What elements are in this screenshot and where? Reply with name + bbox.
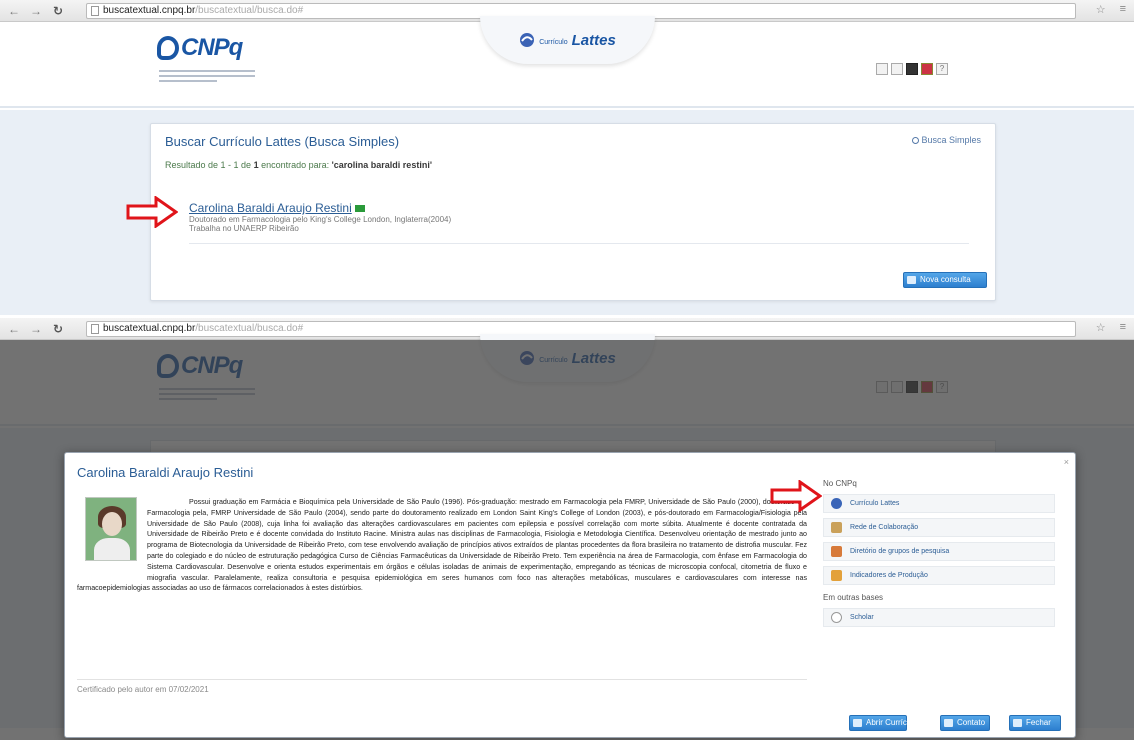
header-icon-group: ? bbox=[876, 63, 948, 75]
side-item-curriculo-lattes[interactable]: Currículo Lattes bbox=[823, 494, 1055, 513]
open-icon bbox=[853, 719, 862, 727]
red-arrow-annotation bbox=[770, 480, 822, 512]
side-heading-cnpq: No CNPq bbox=[823, 479, 857, 488]
url-host: buscatextual.cnpq.br bbox=[103, 323, 196, 334]
open-curriculum-label: Abrir Currículo bbox=[866, 718, 918, 727]
new-search-button[interactable]: Nova consulta bbox=[903, 272, 987, 288]
cnpq-logo[interactable]: CNPq bbox=[157, 34, 267, 84]
menu-icon[interactable]: ≡ bbox=[1120, 3, 1126, 16]
results-prefix: Resultado de 1 - 1 de bbox=[165, 160, 254, 170]
screenshot-search-results: ← → ↻ buscatextual.cnpq.br/buscatextual/… bbox=[0, 0, 1134, 315]
lattes-title: Lattes bbox=[571, 31, 616, 49]
lattes-swirl-icon bbox=[520, 33, 535, 47]
divider bbox=[77, 679, 807, 680]
side-heading-outras-bases: Em outras bases bbox=[823, 593, 884, 602]
contact-button[interactable]: Contato bbox=[940, 715, 990, 731]
new-search-icon bbox=[907, 276, 916, 284]
url-path: /buscatextual/busca.do# bbox=[195, 5, 304, 16]
forward-icon[interactable]: → bbox=[28, 3, 44, 19]
forward-icon[interactable]: → bbox=[28, 321, 44, 337]
side-item-label: Diretório de grupos de pesquisa bbox=[850, 548, 950, 555]
open-curriculum-button[interactable]: Abrir Currículo bbox=[849, 715, 918, 731]
profile-bio: Possui graduação em Farmácia e Bioquímic… bbox=[77, 498, 807, 593]
certified-date: Certificado pelo autor em 07/02/2021 bbox=[77, 685, 209, 694]
cnpq-logo-text: CNPq bbox=[181, 34, 243, 61]
lattes-icon bbox=[831, 498, 842, 509]
contrast-icon[interactable] bbox=[906, 63, 918, 75]
side-links-panel: No CNPq Currículo Lattes Rede de Colabor… bbox=[823, 479, 1055, 632]
close-icon[interactable]: × bbox=[1064, 457, 1069, 467]
network-icon bbox=[831, 522, 842, 533]
back-icon[interactable]: ← bbox=[6, 3, 22, 19]
help-icon[interactable]: ? bbox=[936, 63, 948, 75]
side-item-scholar[interactable]: Scholar bbox=[823, 608, 1055, 627]
result-degree: Doutorado em Farmacologia pelo King's Co… bbox=[189, 215, 452, 224]
search-results-panel: Buscar Currículo Lattes (Busca Simples) … bbox=[150, 123, 996, 301]
font-increase-icon[interactable] bbox=[891, 63, 903, 75]
results-mid: encontrado para: bbox=[258, 160, 332, 170]
cnpq-logo-icon bbox=[157, 36, 179, 60]
lattes-logo[interactable]: Currículo Lattes bbox=[480, 16, 655, 64]
busca-simples-link[interactable]: Busca Simples bbox=[912, 135, 981, 145]
divider bbox=[189, 243, 969, 244]
page-icon bbox=[91, 324, 99, 334]
contact-icon bbox=[944, 719, 953, 727]
brazil-flag-icon bbox=[354, 205, 365, 213]
close-button[interactable]: Fechar bbox=[1009, 715, 1061, 731]
site-header: CNPq Currículo Lattes ? bbox=[0, 16, 1134, 108]
url-host: buscatextual.cnpq.br bbox=[103, 5, 196, 16]
page-icon bbox=[91, 6, 99, 16]
close-button-icon bbox=[1013, 719, 1022, 727]
screenshot-profile-modal: ← → ↻ buscatextual.cnpq.br/buscatextual/… bbox=[0, 318, 1134, 740]
chart-icon bbox=[831, 570, 842, 581]
reload-icon[interactable]: ↻ bbox=[50, 3, 66, 19]
side-item-label: Rede de Colaboração bbox=[850, 524, 919, 531]
red-arrow-annotation bbox=[126, 196, 178, 228]
font-decrease-icon[interactable] bbox=[876, 63, 888, 75]
result-name-link[interactable]: Carolina Baraldi Araujo Restini bbox=[189, 201, 365, 215]
scholar-icon bbox=[831, 612, 842, 623]
panel-title: Buscar Currículo Lattes (Busca Simples) bbox=[165, 134, 400, 149]
url-path: /buscatextual/busca.do# bbox=[195, 323, 304, 334]
busca-simples-label: Busca Simples bbox=[921, 135, 981, 145]
side-item-label: Currículo Lattes bbox=[850, 500, 900, 507]
side-item-diretorio-grupos[interactable]: Diretório de grupos de pesquisa bbox=[823, 542, 1055, 561]
star-icon[interactable]: ☆ bbox=[1096, 3, 1106, 16]
result-institution: Trabalha no UNAERP Ribeirão bbox=[189, 224, 299, 233]
side-item-indicadores-producao[interactable]: Indicadores de Produção bbox=[823, 566, 1055, 585]
side-item-label: Indicadores de Produção bbox=[850, 572, 928, 579]
back-icon[interactable]: ← bbox=[6, 321, 22, 337]
side-item-rede-colaboracao[interactable]: Rede de Colaboração bbox=[823, 518, 1055, 537]
profile-photo bbox=[85, 497, 137, 561]
close-label: Fechar bbox=[1026, 718, 1051, 727]
reload-icon[interactable]: ↻ bbox=[50, 321, 66, 337]
uk-flag-icon[interactable] bbox=[921, 63, 933, 75]
profile-bio-block: Possui graduação em Farmácia e Bioquímic… bbox=[77, 497, 807, 594]
profile-name: Carolina Baraldi Araujo Restini bbox=[77, 465, 254, 480]
search-icon bbox=[912, 137, 920, 144]
profile-modal: × Carolina Baraldi Araujo Restini Possui… bbox=[64, 452, 1076, 738]
results-summary: Resultado de 1 - 1 de 1 encontrado para:… bbox=[165, 160, 432, 170]
contact-label: Contato bbox=[957, 718, 986, 727]
menu-icon[interactable]: ≡ bbox=[1120, 321, 1126, 334]
new-search-label: Nova consulta bbox=[920, 275, 971, 284]
result-name: Carolina Baraldi Araujo Restini bbox=[189, 201, 352, 215]
side-item-label: Scholar bbox=[850, 614, 874, 621]
results-query: 'carolina baraldi restini' bbox=[331, 160, 432, 170]
lattes-small-label: Currículo bbox=[539, 38, 568, 46]
cnpq-logo-subtitle bbox=[159, 70, 255, 84]
star-icon[interactable]: ☆ bbox=[1096, 321, 1106, 334]
groups-icon bbox=[831, 546, 842, 557]
